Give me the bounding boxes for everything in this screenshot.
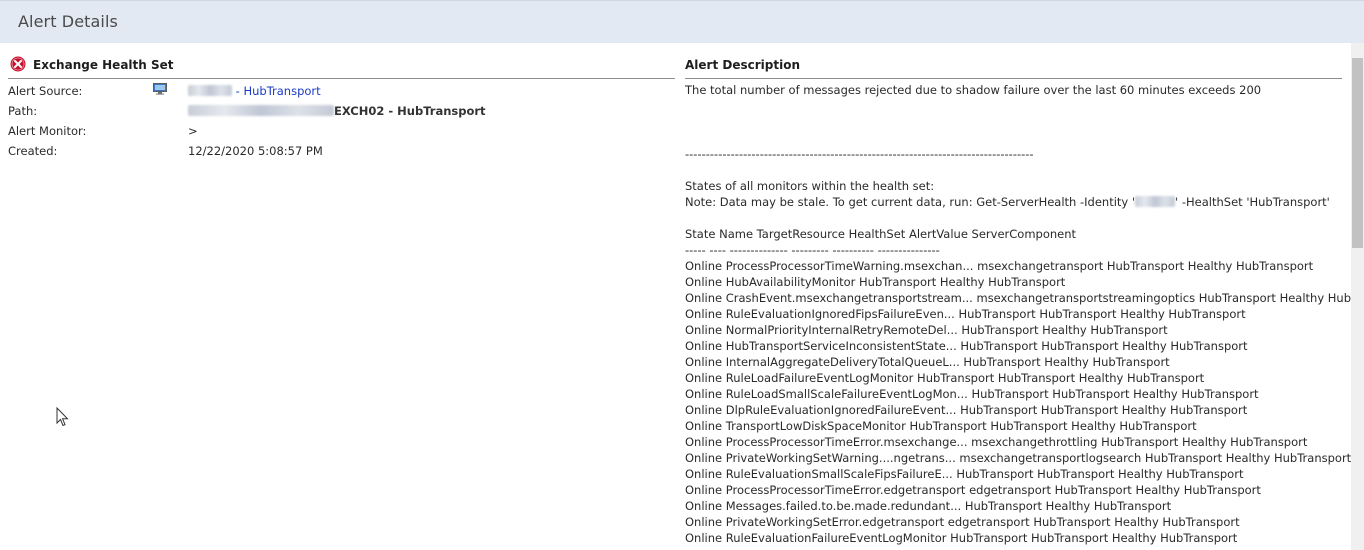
stale-note: Note: Data may be stale. To get current …: [685, 194, 1355, 210]
monitor-state-row: Online HubAvailabilityMonitor HubTranspo…: [685, 275, 1066, 289]
table-header: State Name TargetResource HealthSet Aler…: [685, 227, 1077, 241]
monitor-state-row: Online RuleEvaluationSmallScaleFipsFailu…: [685, 467, 1244, 481]
vertical-scrollbar[interactable]: [1351, 43, 1364, 550]
alert-source-value[interactable]: - HubTransport: [188, 84, 321, 98]
path-row: Path: EXCH02 - HubTransport: [8, 102, 675, 122]
table-rule: ----- ---- -------------- --------- ----…: [685, 243, 940, 257]
alert-properties-panel: Exchange Health Set Alert Source: - HubT…: [8, 56, 675, 158]
monitor-state-row: Online InternalAggregateDeliveryTotalQue…: [685, 355, 1170, 369]
redacted-path: [188, 105, 334, 116]
monitor-state-row: Online NormalPriorityInternalRetryRemote…: [685, 323, 1168, 337]
monitor-state-row: Online RuleLoadSmallScaleFailureEventLog…: [685, 387, 1259, 401]
monitor-state-row: Online TransportLowDiskSpaceMonitor HubT…: [685, 419, 1197, 433]
alert-source-label: Alert Source:: [8, 84, 83, 98]
redacted-identity: [1135, 196, 1176, 207]
monitor-state-row: Online ProcessProcessorTimeError.msexcha…: [685, 435, 1308, 449]
monitor-state-row: Online ProcessProcessorTimeWarning.msexc…: [685, 259, 1314, 273]
alert-description-title: Alert Description: [685, 58, 800, 72]
alert-source-row: Alert Source: - HubTransport: [8, 82, 675, 102]
monitor-state-row: Online RuleLoadFailureEventLogMonitor Hu…: [685, 371, 1205, 385]
alert-description-body: The total number of messages rejected du…: [685, 82, 1364, 546]
created-value: 12/22/2020 5:08:57 PM: [188, 144, 323, 158]
monitor-state-row: Online PrivateWorkingSetError.edgetransp…: [685, 515, 1240, 529]
alert-description-header: Alert Description: [685, 56, 1342, 79]
page-header: Alert Details: [0, 0, 1364, 43]
health-set-title: Exchange Health Set: [33, 58, 174, 72]
error-circle-icon: [10, 56, 26, 72]
monitor-state-row: Online RuleEvaluationIgnoredFipsFailureE…: [685, 307, 1246, 321]
health-set-header: Exchange Health Set: [8, 56, 675, 79]
path-value: EXCH02 - HubTransport: [188, 104, 486, 118]
monitor-state-row: Online ProcessProcessorTimeError.edgetra…: [685, 483, 1261, 497]
redacted-server-name: [188, 85, 232, 96]
stale-note-suffix: ' -HealthSet 'HubTransport': [1175, 195, 1330, 209]
created-row: Created: 12/22/2020 5:08:57 PM: [8, 142, 675, 162]
stale-note-prefix: Note: Data may be stale. To get current …: [685, 195, 1136, 209]
alert-source-link[interactable]: - HubTransport: [232, 84, 321, 98]
monitor-state-rows: Online ProcessProcessorTimeWarning.msexc…: [685, 258, 1364, 546]
page-title: Alert Details: [18, 12, 118, 31]
monitor-state-row: Online CrashEvent.msexchangetransportstr…: [685, 291, 1364, 305]
created-label: Created:: [8, 144, 58, 158]
monitor-state-row: Online DlpRuleEvaluationIgnoredFailureEv…: [685, 403, 1248, 417]
alert-description-panel: Alert Description The total number of me…: [685, 56, 1364, 545]
monitor-state-row: Online RuleEvaluationFailureEventLogMoni…: [685, 531, 1238, 545]
description-separator: ----------------------------------------…: [685, 147, 1034, 161]
states-intro: States of all monitors within the health…: [685, 179, 935, 193]
path-value-text: EXCH02 - HubTransport: [334, 104, 486, 118]
alert-monitor-row: Alert Monitor: >: [8, 122, 675, 142]
monitor-icon[interactable]: [153, 83, 167, 95]
description-summary: The total number of messages rejected du…: [685, 83, 1262, 97]
alert-monitor-label: Alert Monitor:: [8, 124, 87, 138]
path-label: Path:: [8, 104, 38, 118]
monitor-state-row: Online PrivateWorkingSetWarning....ngetr…: [685, 451, 1352, 465]
mouse-cursor-icon: [56, 406, 70, 427]
scrollbar-thumb[interactable]: [1352, 58, 1363, 248]
monitor-state-row: Online HubTransportServiceInconsistentSt…: [685, 339, 1248, 353]
monitor-state-row: Online Messages.failed.to.be.made.redund…: [685, 499, 1172, 513]
alert-monitor-value: >: [188, 124, 198, 138]
